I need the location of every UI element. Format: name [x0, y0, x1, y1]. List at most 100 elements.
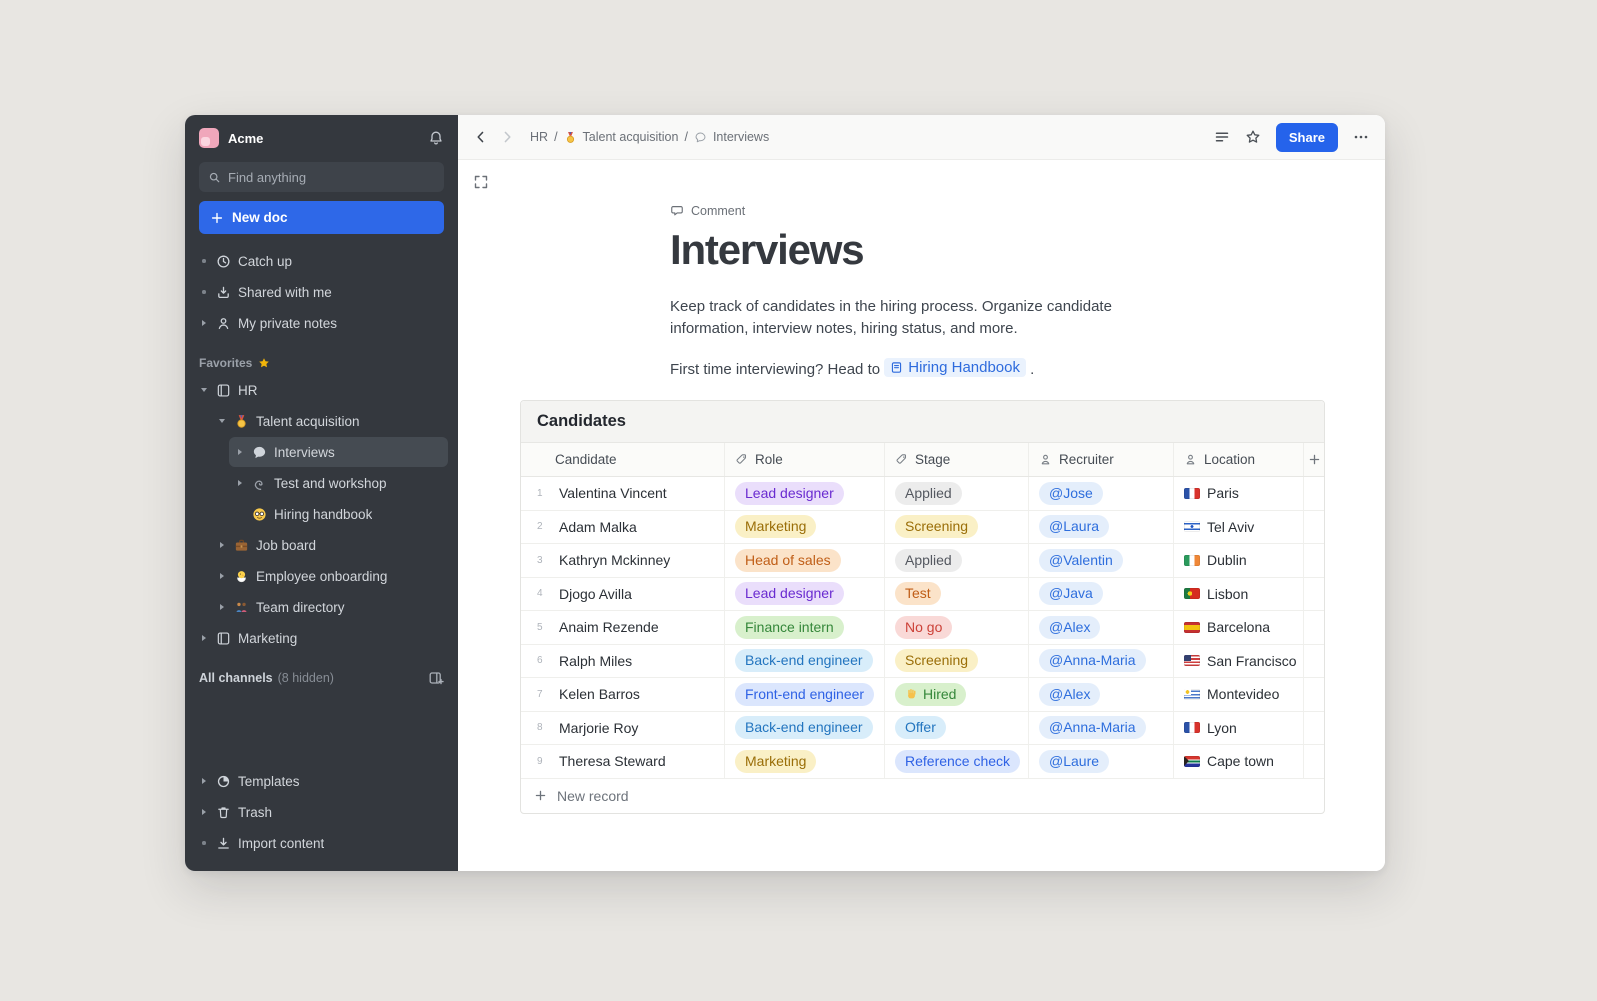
recruiter-cell[interactable]: @Anna-Maria	[1028, 712, 1173, 745]
recruiter-cell[interactable]: @Alex	[1028, 678, 1173, 711]
favorite-star-icon[interactable]	[1245, 129, 1261, 145]
row-extra-cell[interactable]	[1303, 511, 1324, 544]
chevron-down-icon[interactable]	[217, 419, 227, 423]
row-extra-cell[interactable]	[1303, 477, 1324, 510]
role-cell[interactable]: Front-end engineer	[724, 678, 884, 711]
stage-cell[interactable]: Hired	[884, 678, 1028, 711]
role-pill[interactable]: Lead designer	[735, 482, 844, 505]
role-cell[interactable]: Marketing	[724, 511, 884, 544]
location-cell[interactable]: Dublin	[1173, 544, 1303, 577]
sidebar-item-hr[interactable]: HR	[193, 375, 448, 405]
row-extra-cell[interactable]	[1303, 611, 1324, 644]
location-cell[interactable]: San Francisco	[1173, 645, 1303, 678]
role-cell[interactable]: Lead designer	[724, 477, 884, 510]
column-header-location[interactable]: Location	[1173, 443, 1303, 476]
all-channels-row[interactable]: All channels (8 hidden)	[199, 670, 444, 686]
chevron-right-icon[interactable]	[199, 778, 209, 784]
role-pill[interactable]: Marketing	[735, 750, 816, 773]
role-pill[interactable]: Lead designer	[735, 582, 844, 605]
row-extra-cell[interactable]	[1303, 544, 1324, 577]
sidebar-item-hiring-handbook[interactable]: Hiring handbook	[229, 499, 448, 529]
recruiter-mention[interactable]: @Alex	[1039, 616, 1100, 639]
sidebar-item-test-and-workshop[interactable]: Test and workshop	[229, 468, 448, 498]
recruiter-mention[interactable]: @Alex	[1039, 683, 1100, 706]
recruiter-mention[interactable]: @Java	[1039, 582, 1103, 605]
table-row[interactable]: 1Valentina VincentLead designerApplied@J…	[521, 477, 1324, 511]
add-channel-icon[interactable]	[428, 670, 444, 686]
table-row[interactable]: 5Anaim RezendeFinance internNo go@AlexBa…	[521, 611, 1324, 645]
recruiter-mention[interactable]: @Valentin	[1039, 549, 1123, 572]
recruiter-mention[interactable]: @Anna-Maria	[1039, 716, 1146, 739]
sidebar-item-marketing[interactable]: Marketing	[193, 623, 448, 653]
candidate-cell[interactable]: 4Djogo Avilla	[521, 578, 724, 611]
stage-cell[interactable]: Test	[884, 578, 1028, 611]
stage-pill[interactable]: Test	[895, 582, 941, 605]
location-cell[interactable]: Cape town	[1173, 745, 1303, 778]
forward-button[interactable]	[500, 130, 514, 144]
sidebar-item-interviews[interactable]: Interviews	[229, 437, 448, 467]
candidate-cell[interactable]: 6Ralph Miles	[521, 645, 724, 678]
recruiter-mention[interactable]: @Laure	[1039, 750, 1109, 773]
stage-pill[interactable]: Screening	[895, 515, 978, 538]
new-doc-button[interactable]: New doc	[199, 201, 444, 234]
chevron-right-icon[interactable]	[199, 635, 209, 641]
recruiter-cell[interactable]: @Valentin	[1028, 544, 1173, 577]
column-header-role[interactable]: Role	[724, 443, 884, 476]
role-pill[interactable]: Front-end engineer	[735, 683, 874, 706]
table-row[interactable]: 2Adam MalkaMarketingScreening@LauraTel A…	[521, 511, 1324, 545]
sidebar-item-job-board[interactable]: Job board	[211, 530, 448, 560]
row-extra-cell[interactable]	[1303, 678, 1324, 711]
back-button[interactable]	[474, 130, 488, 144]
breadcrumb-talent-acquisition[interactable]: Talent acquisition	[583, 130, 679, 144]
candidate-cell[interactable]: 7Kelen Barros	[521, 678, 724, 711]
recruiter-mention[interactable]: @Anna-Maria	[1039, 649, 1146, 672]
workspace-logo[interactable]	[199, 128, 219, 148]
share-button[interactable]: Share	[1276, 123, 1338, 152]
more-options-icon[interactable]	[1353, 129, 1369, 145]
search-bar[interactable]	[199, 162, 444, 192]
recruiter-cell[interactable]: @Anna-Maria	[1028, 645, 1173, 678]
expand-icon[interactable]	[473, 174, 489, 190]
stage-pill[interactable]: Screening	[895, 649, 978, 672]
stage-cell[interactable]: Applied	[884, 477, 1028, 510]
role-pill[interactable]: Head of sales	[735, 549, 841, 572]
sidebar-item-import-content[interactable]: Import content	[193, 828, 448, 858]
role-pill[interactable]: Back-end engineer	[735, 716, 873, 739]
recruiter-cell[interactable]: @Alex	[1028, 611, 1173, 644]
role-pill[interactable]: Back-end engineer	[735, 649, 873, 672]
column-header-recruiter[interactable]: Recruiter	[1028, 443, 1173, 476]
column-header-candidate[interactable]: Candidate	[521, 443, 724, 476]
bell-icon[interactable]	[428, 130, 444, 146]
chevron-right-icon[interactable]	[199, 320, 209, 326]
hiring-handbook-link[interactable]: Hiring Handbook	[884, 358, 1026, 377]
location-cell[interactable]: Paris	[1173, 477, 1303, 510]
candidate-cell[interactable]: 8Marjorie Roy	[521, 712, 724, 745]
workspace-header[interactable]: Acme	[185, 115, 458, 156]
table-row[interactable]: 8Marjorie Roy Back-end engineer Offer @Anna…	[521, 712, 1324, 746]
chevron-right-icon[interactable]	[217, 573, 227, 579]
stage-cell[interactable]: Applied	[884, 544, 1028, 577]
location-cell[interactable]: Barcelona	[1173, 611, 1303, 644]
table-row[interactable]: 4Djogo AvillaLead designerTest@JavaLisbo…	[521, 578, 1324, 612]
table-title[interactable]: Candidates	[521, 401, 1324, 443]
stage-pill[interactable]: Hired	[895, 683, 966, 706]
table-row[interactable]: 9Theresa StewardMarketingReference check…	[521, 745, 1324, 779]
sidebar-item-templates[interactable]: Templates	[193, 766, 448, 796]
table-row[interactable]: 6Ralph Miles Back-end engineer Screening @A…	[521, 645, 1324, 679]
stage-pill[interactable]: Applied	[895, 482, 962, 505]
stage-pill[interactable]: Applied	[895, 549, 962, 572]
toc-icon[interactable]	[1214, 129, 1230, 145]
row-extra-cell[interactable]	[1303, 712, 1324, 745]
stage-cell[interactable]: No go	[884, 611, 1028, 644]
comment-button[interactable]: Comment	[670, 204, 745, 218]
chevron-right-icon[interactable]	[217, 604, 227, 610]
sidebar-item-trash[interactable]: Trash	[193, 797, 448, 827]
role-pill[interactable]: Marketing	[735, 515, 816, 538]
recruiter-mention[interactable]: @Laura	[1039, 515, 1109, 538]
sidebar-item-team-directory[interactable]: Team directory	[211, 592, 448, 622]
role-cell[interactable]: Back-end engineer	[724, 712, 884, 745]
stage-cell[interactable]: Offer	[884, 712, 1028, 745]
table-row[interactable]: 7Kelen Barros Front-end engineer Hired @Ale…	[521, 678, 1324, 712]
search-input[interactable]	[228, 170, 435, 185]
sidebar-item-employee-onboarding[interactable]: Employee onboarding	[211, 561, 448, 591]
